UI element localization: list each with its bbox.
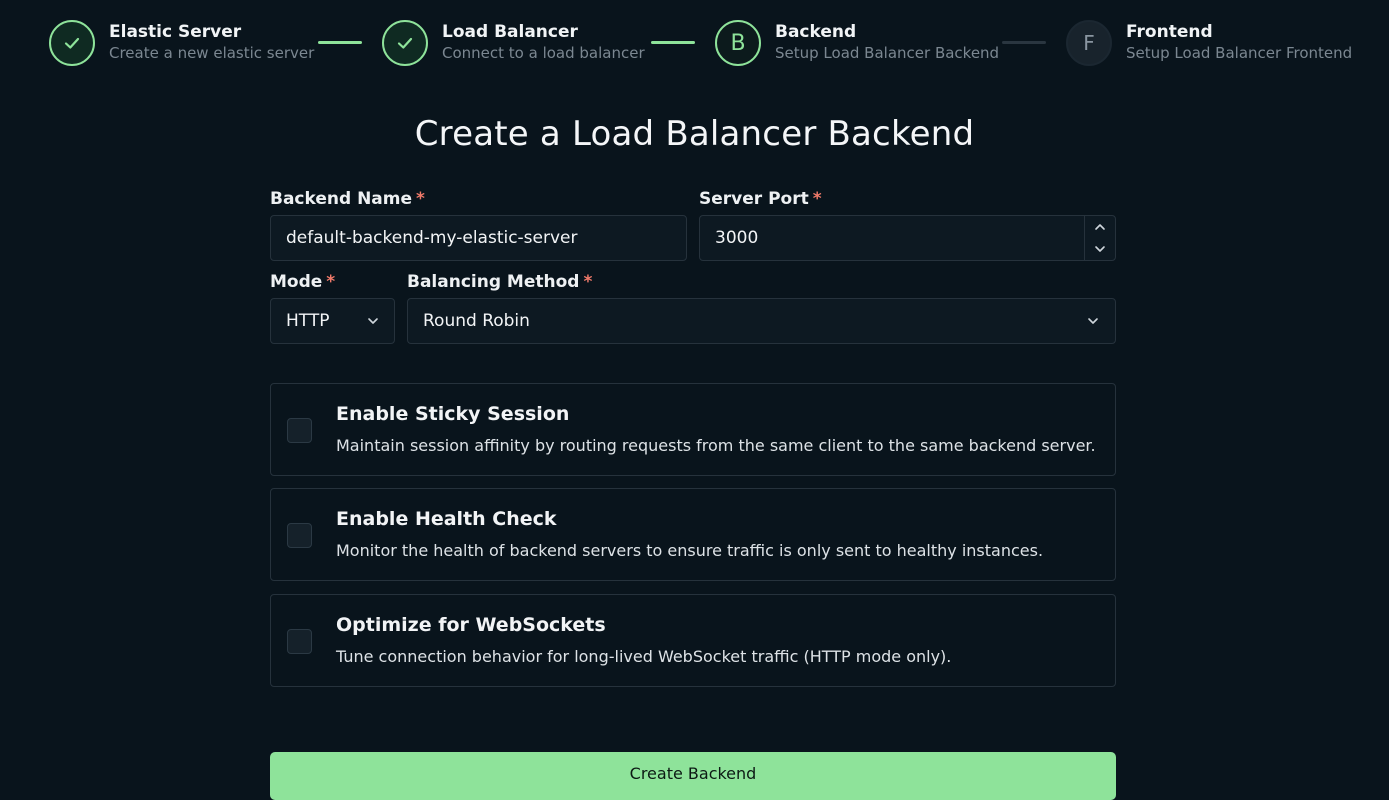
required-asterisk: * (326, 272, 336, 292)
step-subtitle: Create a new elastic server (109, 44, 315, 62)
progress-stepper: Elastic Server Create a new elastic serv… (0, 0, 1389, 86)
page-title: Create a Load Balancer Backend (414, 114, 975, 154)
step-subtitle: Connect to a load balancer (442, 44, 645, 62)
step-load-balancer: Load Balancer Connect to a load balancer (382, 20, 645, 66)
sticky-session-option[interactable]: Enable Sticky Session Maintain session a… (270, 383, 1116, 476)
balancing-method-label: Balancing Method * (407, 272, 592, 292)
mode-label-text: Mode (270, 272, 323, 292)
step-frontend: F Frontend Setup Load Balancer Frontend (1066, 20, 1352, 66)
increment-button[interactable] (1085, 216, 1115, 238)
mode-select-value: HTTP (286, 311, 330, 331)
server-port-label: Server Port * (699, 189, 822, 209)
check-icon (397, 37, 413, 49)
step-title: Load Balancer (442, 22, 578, 42)
backend-name-label-text: Backend Name (270, 189, 413, 209)
step-completed-indicator (382, 20, 428, 66)
step-subtitle: Setup Load Balancer Backend (775, 44, 1000, 62)
chevron-down-icon (1088, 318, 1098, 324)
step-title: Elastic Server (109, 22, 242, 42)
step-connector (651, 41, 695, 44)
step-subtitle: Setup Load Balancer Frontend (1126, 44, 1353, 62)
option-title: Enable Health Check (336, 508, 557, 530)
step-backend: B Backend Setup Load Balancer Backend (715, 20, 999, 66)
step-pending-indicator: F (1066, 20, 1112, 66)
balancing-method-label-text: Balancing Method (407, 272, 580, 292)
server-port-input[interactable] (715, 228, 1115, 248)
sticky-session-checkbox[interactable] (287, 418, 312, 443)
required-asterisk: * (416, 189, 425, 209)
server-port-label-text: Server Port (699, 189, 809, 209)
chevron-down-icon (1095, 246, 1105, 252)
health-check-checkbox[interactable] (287, 523, 312, 548)
websockets-option[interactable]: Optimize for WebSockets Tune connection … (270, 594, 1116, 687)
option-title: Enable Sticky Session (336, 403, 570, 425)
decrement-button[interactable] (1085, 238, 1115, 260)
option-description: Tune connection behavior for long-lived … (336, 647, 952, 666)
step-elastic-server: Elastic Server Create a new elastic serv… (49, 20, 314, 66)
step-title: Backend (775, 22, 857, 42)
option-description: Monitor the health of backend servers to… (336, 541, 1044, 560)
chevron-down-icon (368, 318, 378, 324)
step-connector (318, 41, 362, 44)
option-description: Maintain session affinity by routing req… (336, 436, 1096, 455)
mode-select[interactable]: HTTP (270, 298, 395, 344)
port-stepper (1084, 216, 1115, 260)
required-asterisk: * (583, 272, 593, 292)
server-port-field[interactable] (699, 215, 1116, 261)
create-backend-button[interactable]: Create Backend (270, 752, 1116, 800)
step-completed-indicator (49, 20, 95, 66)
health-check-option[interactable]: Enable Health Check Monitor the health o… (270, 488, 1116, 581)
step-connector (1002, 41, 1046, 44)
backend-name-label: Backend Name * (270, 189, 425, 209)
option-title: Optimize for WebSockets (336, 614, 606, 636)
backend-name-field[interactable] (270, 215, 687, 261)
chevron-up-icon (1095, 224, 1105, 230)
step-title: Frontend (1126, 22, 1213, 42)
websockets-checkbox[interactable] (287, 629, 312, 654)
balancing-method-select-value: Round Robin (423, 311, 530, 331)
step-current-indicator: B (715, 20, 761, 66)
check-icon (64, 37, 80, 49)
backend-name-input[interactable] (286, 228, 686, 248)
mode-label: Mode * (270, 272, 335, 292)
balancing-method-select[interactable]: Round Robin (407, 298, 1116, 344)
required-asterisk: * (812, 189, 822, 209)
